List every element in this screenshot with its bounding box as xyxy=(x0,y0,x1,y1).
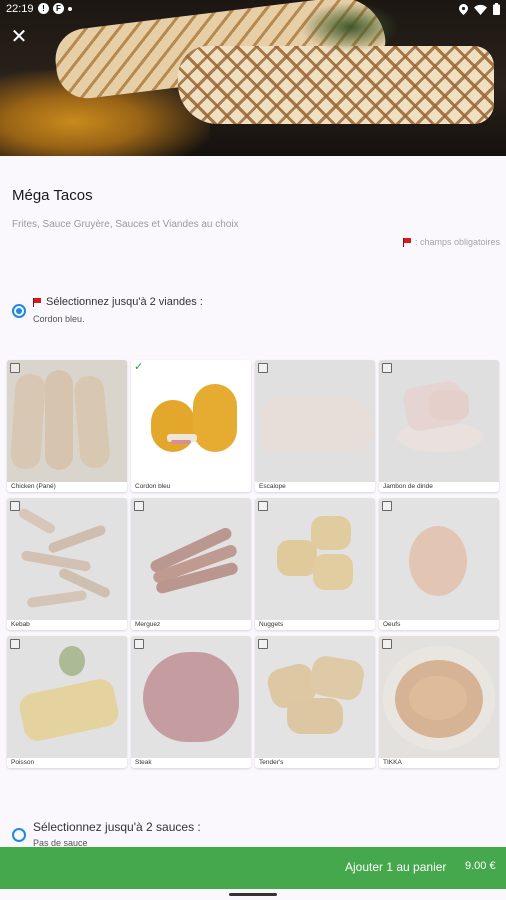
product-hero-image xyxy=(0,0,506,156)
wifi-icon xyxy=(474,4,487,15)
nuggets-checkbox[interactable] xyxy=(258,501,268,511)
chicken-checkbox[interactable] xyxy=(10,363,20,373)
option-label: Steak xyxy=(135,759,152,766)
meat-option-tikka[interactable]: TIKKA xyxy=(379,636,499,768)
meat-options-grid: Chicken (Pané) ✓ Cordon bleu Escalope Ja… xyxy=(7,360,500,768)
option-label: TIKKA xyxy=(383,759,402,766)
escalope-checkbox[interactable] xyxy=(258,363,268,373)
product-title: Méga Tacos xyxy=(12,187,93,204)
option-label: Tender's xyxy=(259,759,284,766)
required-legend-text: : champs obligatoires xyxy=(414,237,500,247)
meat-option-cordon-bleu[interactable]: ✓ Cordon bleu xyxy=(131,360,251,492)
meat-option-escalope[interactable]: Escalope xyxy=(255,360,375,492)
option-label: Cordon bleu xyxy=(135,483,171,490)
gesture-handle[interactable] xyxy=(229,893,277,896)
location-icon xyxy=(459,3,468,15)
required-legend: : champs obligatoires xyxy=(402,237,500,247)
add-to-cart-label: Ajouter 1 au panier xyxy=(345,860,447,874)
cart-price: 9.00 € xyxy=(465,860,496,872)
app-icon: F xyxy=(53,3,64,14)
sauce-group-radio[interactable] xyxy=(12,828,26,842)
meat-group-radio[interactable] xyxy=(12,304,26,318)
dot-icon xyxy=(68,7,72,11)
required-flag-icon xyxy=(33,297,41,307)
poisson-checkbox[interactable] xyxy=(10,639,20,649)
meat-option-tenders[interactable]: Tender's xyxy=(255,636,375,768)
option-label: Jambon de dinde xyxy=(383,483,433,490)
tenders-checkbox[interactable] xyxy=(258,639,268,649)
meat-option-kebab[interactable]: Kebab xyxy=(7,498,127,630)
tikka-checkbox[interactable] xyxy=(382,639,392,649)
check-icon[interactable]: ✓ xyxy=(134,360,143,373)
navigation-bar xyxy=(0,889,506,900)
notification-icon: ! xyxy=(38,3,49,14)
option-label: Poisson xyxy=(11,759,35,766)
cordon-bleu-image xyxy=(131,360,251,482)
close-icon[interactable]: ✕ xyxy=(8,26,30,48)
meat-option-group[interactable]: Sélectionnez jusqu'à 2 viandes : Cordon … xyxy=(12,296,203,324)
steak-checkbox[interactable] xyxy=(134,639,144,649)
meat-group-selection: Cordon bleu. xyxy=(33,314,85,324)
meat-option-steak[interactable]: Steak xyxy=(131,636,251,768)
meat-group-title: Sélectionnez jusqu'à 2 viandes : xyxy=(46,296,203,308)
status-bar: 22:19 ! F xyxy=(0,0,506,20)
meat-option-nuggets[interactable]: Nuggets xyxy=(255,498,375,630)
meat-option-jambon-de-dinde[interactable]: Jambon de dinde xyxy=(379,360,499,492)
sauce-group-title: Sélectionnez jusqu'à 2 sauces : xyxy=(33,820,201,834)
meat-option-chicken[interactable]: Chicken (Pané) xyxy=(7,360,127,492)
jambon-checkbox[interactable] xyxy=(382,363,392,373)
option-label: Nuggets xyxy=(259,621,284,628)
option-label: Escalope xyxy=(259,483,286,490)
meat-option-poisson[interactable]: Poisson xyxy=(7,636,127,768)
option-label: Chicken (Pané) xyxy=(11,483,56,490)
option-label: Merguez xyxy=(135,621,161,628)
merguez-checkbox[interactable] xyxy=(134,501,144,511)
add-to-cart-button[interactable]: Ajouter 1 au panier 9.00 € xyxy=(0,847,506,889)
sauce-option-group[interactable]: Sélectionnez jusqu'à 2 sauces : Pas de s… xyxy=(12,820,201,848)
option-label: Oeufs xyxy=(383,621,401,628)
product-description: Frites, Sauce Gruyère, Sauces et Viandes… xyxy=(12,219,239,230)
meat-option-merguez[interactable]: Merguez xyxy=(131,498,251,630)
option-label: Kebab xyxy=(11,621,30,628)
tacos-grill-marks xyxy=(178,46,494,124)
battery-icon xyxy=(493,3,500,15)
meat-option-oeufs[interactable]: Oeufs xyxy=(379,498,499,630)
oeufs-checkbox[interactable] xyxy=(382,501,392,511)
kebab-checkbox[interactable] xyxy=(10,501,20,511)
status-time: 22:19 xyxy=(6,3,34,15)
required-flag-icon xyxy=(402,237,411,247)
